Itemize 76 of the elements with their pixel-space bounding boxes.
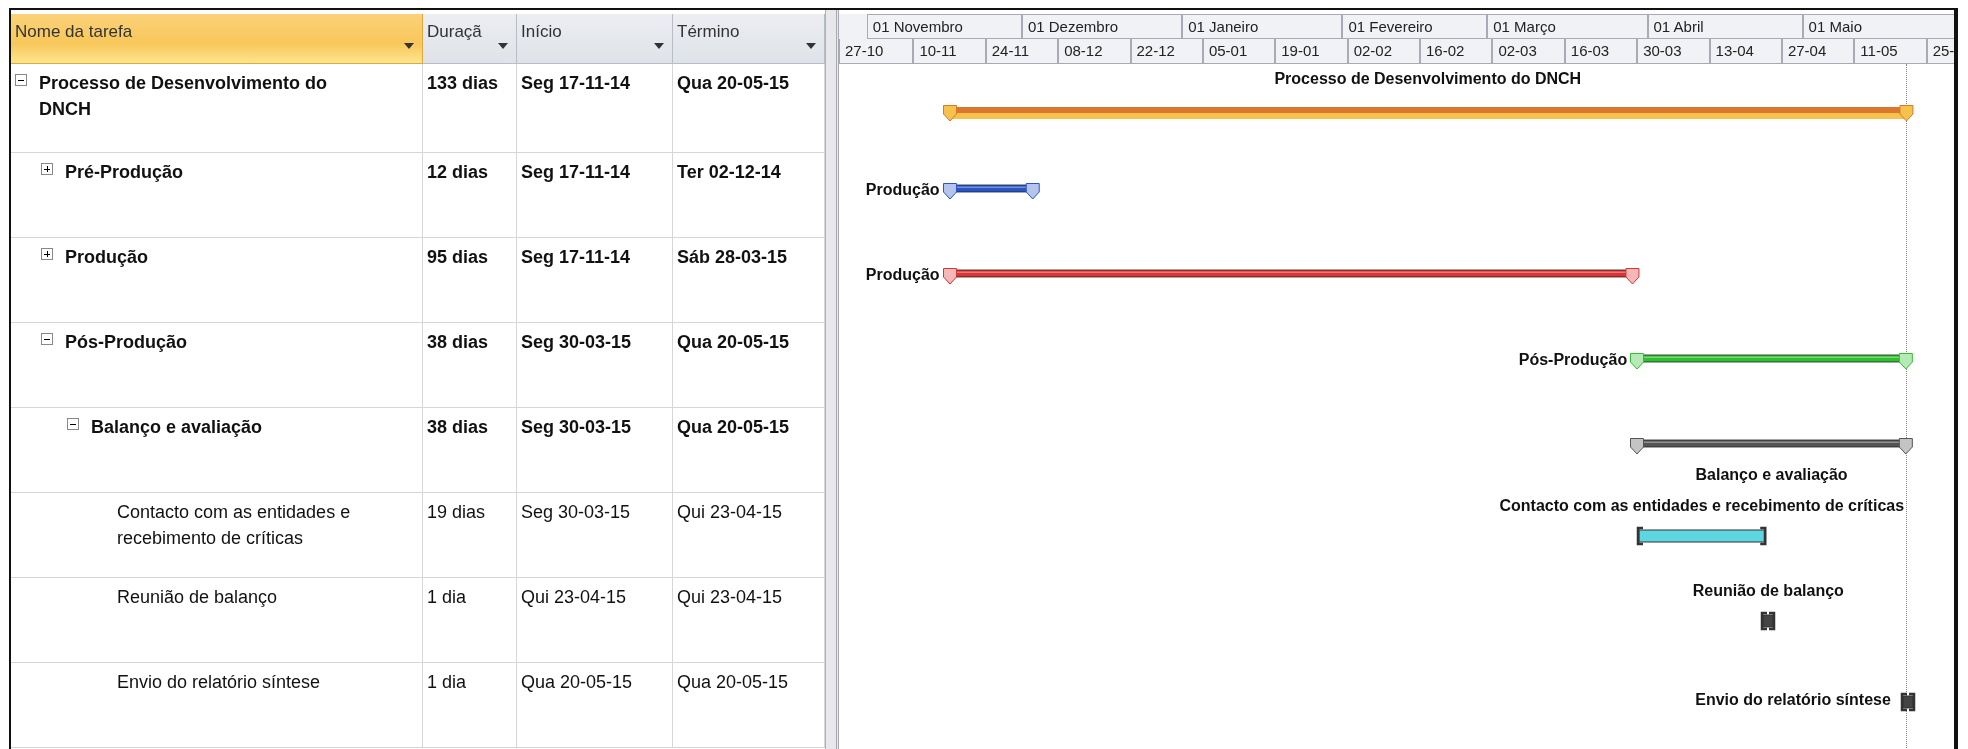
start-cell: Seg 30-03-15 — [521, 332, 632, 352]
timescale-week: 22-12 — [1136, 42, 1175, 59]
timescale-week: 27-04 — [1787, 42, 1827, 59]
duration-cell: 38 dias — [427, 417, 489, 437]
timescale-month: 01 Abril — [1653, 18, 1704, 35]
task-name-cell-text: Processo de Desenvolvimento do DNCH — [39, 72, 329, 121]
expand-icon[interactable] — [41, 248, 53, 260]
bar-label: Pós-Produção — [1518, 351, 1628, 369]
timescale-week: 30-03 — [1643, 42, 1682, 59]
timescale-month: 01 Março — [1493, 18, 1556, 35]
collapse-icon[interactable] — [15, 74, 27, 86]
start-cell: Qui 23-04-15 — [521, 587, 627, 607]
task-name-cell-text: Contacto com as entidades e recebimento de críticas — [117, 501, 352, 550]
finish-cell: Qua 20-05-15 — [677, 672, 789, 692]
bar-label: Processo de Desenvolvimento do DNCH — [1274, 70, 1582, 88]
duration-cell: 95 dias — [427, 247, 489, 267]
timescale-week: 16-03 — [1570, 42, 1610, 59]
dropdown-arrow-icon[interactable] — [806, 43, 816, 49]
timescale-week: 24-11 — [991, 42, 1029, 59]
timescale-month: 01 Dezembro — [1027, 18, 1118, 35]
timescale-week: 02-03 — [1498, 42, 1537, 59]
timescale-week: 25- — [1932, 42, 1954, 59]
column-header[interactable]: Duraçã — [423, 14, 517, 64]
start-cell: Seg 17-11-14 — [521, 247, 631, 267]
bar-label: Contacto com as entidades e recebimento de críticas — [1499, 497, 1905, 515]
timescale-month: 01 Maio — [1808, 18, 1862, 35]
timescale-week: 19-01 — [1281, 42, 1320, 59]
timescale-week: 10-11 — [919, 42, 957, 59]
duration-cell: 1 dia — [427, 587, 467, 607]
start-cell: Seg 17-11-14 — [521, 162, 631, 182]
dropdown-arrow-icon[interactable] — [498, 43, 508, 49]
timescale-month: 01 Fevereiro — [1348, 18, 1433, 35]
bar-label: Reunião de balanço — [1692, 582, 1844, 600]
timescale-week: 16-02 — [1426, 42, 1465, 59]
timescale-week: 08-12 — [1064, 42, 1103, 59]
bar-label: Produção — [865, 266, 940, 284]
duration-cell: 19 dias — [427, 502, 486, 522]
dropdown-arrow-icon[interactable] — [404, 43, 414, 49]
bar-label: Balanço e avaliação — [1695, 466, 1848, 484]
timescale-week: 02-02 — [1353, 42, 1393, 59]
duration-cell: 12 dias — [427, 162, 489, 182]
timescale-month: 01 Novembro — [872, 18, 963, 35]
finish-cell: Qua 20-05-15 — [677, 417, 790, 437]
column-header[interactable]: Início — [517, 14, 673, 64]
start-cell: Qua 20-05-15 — [521, 672, 633, 692]
collapse-icon[interactable] — [67, 418, 79, 430]
timescale-week: 13-04 — [1715, 42, 1754, 59]
expand-icon[interactable] — [41, 163, 53, 175]
start-cell: Seg 30-03-15 — [521, 417, 632, 437]
bar-label: Produção — [865, 181, 940, 199]
start-cell: Seg 17-11-14 — [521, 73, 631, 93]
timescale-week: 05-01 — [1208, 42, 1248, 59]
duration-cell: 133 dias — [427, 73, 499, 93]
timescale-week: 11-05 — [1860, 42, 1898, 59]
bar-label: Envio do relatório síntese — [1695, 691, 1891, 709]
finish-cell: Qua 20-05-15 — [677, 332, 790, 352]
finish-cell: Qua 20-05-15 — [677, 73, 790, 93]
finish-cell: Qui 23-04-15 — [677, 587, 783, 607]
task-name-cell-text: Reunião de balanço — [117, 586, 278, 609]
timescale-week: 27-10 — [845, 42, 884, 59]
start-cell: Seg 30-03-15 — [521, 502, 631, 522]
task-name-cell-text: Envio do relatório síntese — [117, 671, 321, 694]
duration-cell: 1 dia — [427, 672, 467, 692]
finish-cell: Ter 02-12-14 — [677, 162, 781, 182]
finish-cell: Qui 23-04-15 — [677, 502, 783, 522]
task-name-cell-text: Produção — [65, 246, 148, 269]
column-header[interactable]: Término — [673, 14, 825, 64]
finish-cell: Sáb 28-03-15 — [677, 247, 788, 267]
column-header[interactable]: Nome da tarefa — [11, 14, 423, 64]
task-name-cell-text: Pré-Produção — [65, 161, 184, 184]
dropdown-arrow-icon[interactable] — [654, 43, 664, 49]
task-name-cell-text: Pós-Produção — [65, 331, 188, 354]
timescale-month: 01 Janeiro — [1188, 18, 1259, 35]
collapse-icon[interactable] — [41, 333, 53, 345]
task-name-cell-text: Balanço e avaliação — [91, 416, 263, 439]
duration-cell: 38 dias — [427, 332, 489, 352]
